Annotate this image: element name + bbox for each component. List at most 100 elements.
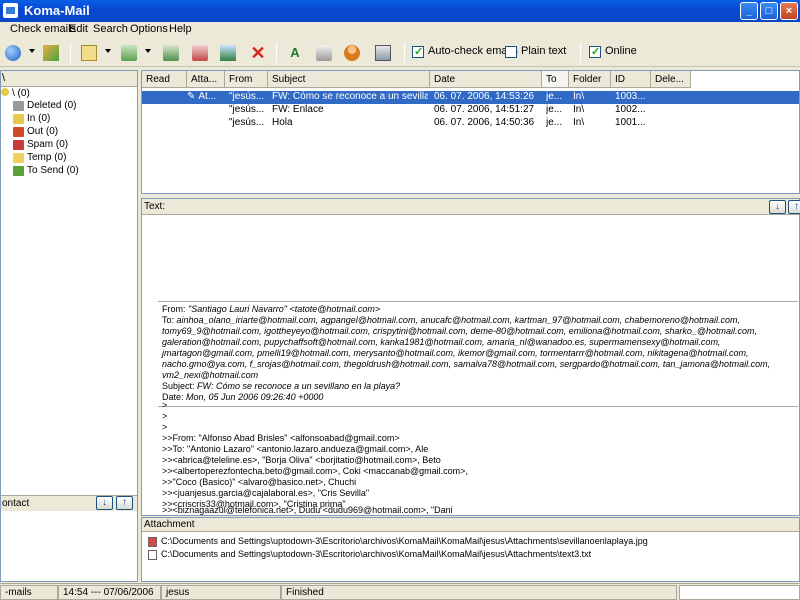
print-message-icon	[192, 45, 208, 61]
toolbar: ✕ A Auto-check emails Plain text Online	[0, 39, 800, 67]
print-button[interactable]	[313, 42, 335, 64]
body-line: >>To: "Antonio Lazaro" <antonio.lazaro.a…	[162, 444, 429, 454]
body-line: >><juanjesus.garcia@cajalaboral.es>, "Cr…	[162, 488, 370, 498]
text-file-icon	[148, 550, 157, 560]
attachment-pane-header: Attachment	[142, 518, 799, 532]
body-line: >><abrica@teleline.es>, "Borja Oliva" <b…	[162, 455, 441, 465]
header-to: To: ainhoa_olano_iriarte@hotmail.com, ag…	[162, 315, 740, 325]
message-subject: FW: Cómo se reconoce a un sevillan...	[272, 91, 428, 102]
message-to: je...	[546, 117, 563, 128]
contact-bar: ontact ↓ ↑	[1, 495, 137, 511]
folder-item-out[interactable]: Out (0)	[13, 126, 123, 139]
arrow-down-button[interactable]: ↓	[96, 496, 113, 510]
message-from: "jesús...	[229, 117, 265, 128]
folder-item-in[interactable]: In (0)	[13, 113, 123, 126]
body-line: >><biznagaazul@telefonica.net>, Dudu <du…	[162, 505, 453, 515]
check-mail-button[interactable]	[40, 42, 62, 64]
message-row[interactable]: "jesús... Hola 06. 07. 2006, 14:50:36 je…	[142, 117, 799, 130]
arrow-down-button[interactable]: ↓	[769, 200, 786, 214]
menu-help[interactable]: Help	[169, 23, 192, 35]
attachment-pane: Attachment C:\Documents and Settings\upt…	[141, 517, 800, 582]
message-row[interactable]: "jesús... FW: Enlace 06. 07. 2006, 14:51…	[142, 104, 799, 117]
column-deleted[interactable]: Dele...	[651, 71, 691, 88]
folder-item-spam[interactable]: Spam (0)	[13, 139, 123, 152]
message-subject: FW: Enlace	[272, 104, 324, 115]
chevron-down-icon[interactable]	[105, 49, 111, 53]
contacts-button[interactable]	[341, 42, 363, 64]
message-folder: In\	[573, 91, 585, 102]
column-read[interactable]: Read	[142, 71, 187, 88]
menu-check-emails[interactable]: Check emails	[10, 23, 76, 35]
globe-icon	[5, 45, 21, 61]
message-from: "jesús...	[229, 104, 265, 115]
message-row[interactable]: ✎ At... "jesús... FW: Cómo se reconoce a …	[142, 91, 799, 104]
tree-root[interactable]: \ (0)	[1, 88, 121, 99]
close-button[interactable]: ×	[780, 2, 798, 20]
message-date: 06. 07. 2006, 14:51:27	[434, 104, 535, 115]
title-bar: Koma-Mail _ □ ×	[0, 0, 800, 22]
download-icon	[220, 45, 236, 61]
column-subject[interactable]: Subject	[268, 71, 430, 88]
folder-item-label: Spam (0)	[27, 139, 69, 150]
folder-item-to-send[interactable]: To Send (0)	[13, 165, 123, 178]
message-folder: In\	[573, 104, 585, 115]
text-pane-title: Text:	[144, 201, 166, 212]
settings-button[interactable]	[372, 42, 394, 64]
contact-bar-label: ontact	[2, 498, 30, 509]
print-message-button[interactable]	[189, 42, 211, 64]
check-mail-icon	[43, 45, 59, 61]
autocheck-checkbox[interactable]: Auto-check emails	[412, 45, 518, 59]
plaintext-checkbox[interactable]: Plain text	[505, 45, 566, 59]
settings-icon	[375, 45, 391, 61]
text-pane-header: Text: ↓ ↑	[142, 199, 800, 215]
folder-item-label: Deleted (0)	[27, 100, 77, 111]
column-id[interactable]: ID	[611, 71, 651, 88]
header-to-line: jmartagon@gmail.com, pmelli19@hotmail.co…	[162, 348, 749, 358]
folder-icon	[13, 153, 24, 163]
menu-search[interactable]: Search	[93, 23, 128, 35]
message-date: 06. 07. 2006, 14:53:26	[434, 91, 535, 102]
reply-button[interactable]	[118, 42, 140, 64]
chevron-down-icon[interactable]	[29, 49, 35, 53]
body-line: >	[162, 422, 168, 432]
compose-button[interactable]	[78, 42, 100, 64]
column-from[interactable]: From	[225, 71, 268, 88]
header-to-line: nacho.gmo@ya.com, f_srojas@hotmail.com, …	[162, 359, 771, 369]
arrow-up-button[interactable]: ↑	[788, 200, 800, 214]
status-state: Finished	[281, 585, 677, 600]
folder-item-label: To Send (0)	[27, 165, 79, 176]
folder-pane-title: \	[2, 72, 6, 84]
folder-root-icon	[1, 88, 9, 96]
attachment-indicator: ✎ At...	[187, 91, 217, 102]
plaintext-box[interactable]	[505, 46, 517, 58]
menu-edit[interactable]: Edit	[69, 23, 88, 35]
folder-item-temp[interactable]: Temp (0)	[13, 152, 123, 165]
maximize-button[interactable]: □	[760, 2, 778, 20]
header-date: Date: Mon, 05 Jun 2006 09:26:40 +0000	[162, 392, 324, 402]
online-checkbox[interactable]: Online	[589, 45, 639, 59]
download-button[interactable]	[217, 42, 239, 64]
online-box[interactable]	[589, 45, 601, 58]
message-to: je...	[546, 91, 563, 102]
attachment-path: C:\Documents and Settings\uptodown-3\Esc…	[161, 536, 648, 546]
autocheck-box[interactable]	[412, 45, 424, 58]
minimize-button[interactable]: _	[740, 2, 758, 20]
spam-filter-button[interactable]: A	[284, 42, 306, 64]
attachment-path: C:\Documents and Settings\uptodown-3\Esc…	[161, 549, 592, 559]
menu-options[interactable]: Options	[130, 23, 168, 35]
body-line: >><albertoperezfontecha.beto@gmail.com>,…	[162, 466, 468, 476]
delete-icon: ✕	[250, 43, 266, 63]
arrow-up-button[interactable]: ↑	[116, 496, 133, 510]
spam-filter-icon: A	[290, 45, 300, 60]
forward-button[interactable]	[160, 42, 182, 64]
column-date[interactable]: Date	[430, 71, 542, 88]
compose-icon	[81, 45, 97, 61]
chevron-down-icon[interactable]	[145, 49, 151, 53]
column-folder[interactable]: Folder	[569, 71, 611, 88]
globe-button[interactable]	[2, 42, 24, 64]
column-to[interactable]: To	[542, 71, 569, 88]
delete-button[interactable]: ✕	[247, 42, 269, 64]
folder-item-deleted[interactable]: Deleted (0)	[13, 100, 123, 113]
column-attachment[interactable]: Atta...	[187, 71, 225, 88]
body-line: >	[162, 411, 168, 421]
